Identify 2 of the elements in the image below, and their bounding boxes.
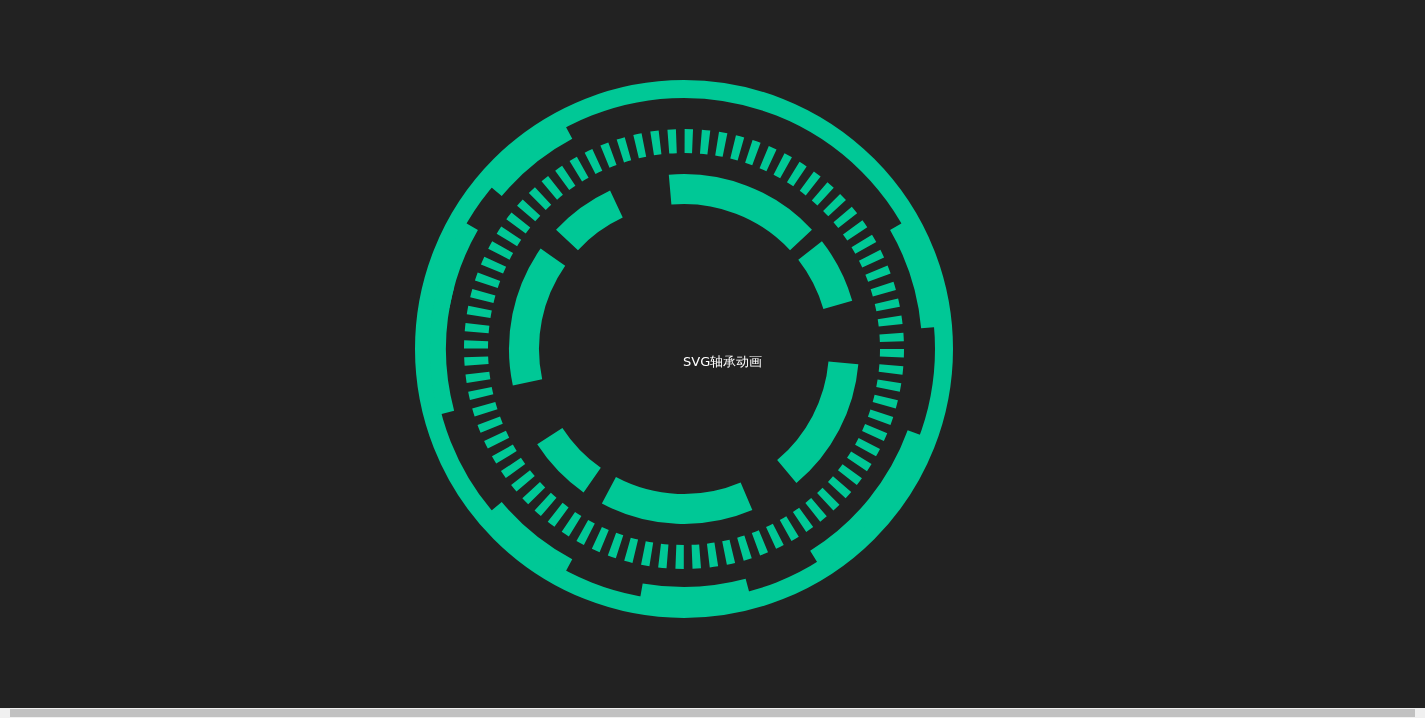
- horizontal-scrollbar[interactable]: [0, 708, 1425, 718]
- center-title: SVG轴承动画: [683, 353, 763, 370]
